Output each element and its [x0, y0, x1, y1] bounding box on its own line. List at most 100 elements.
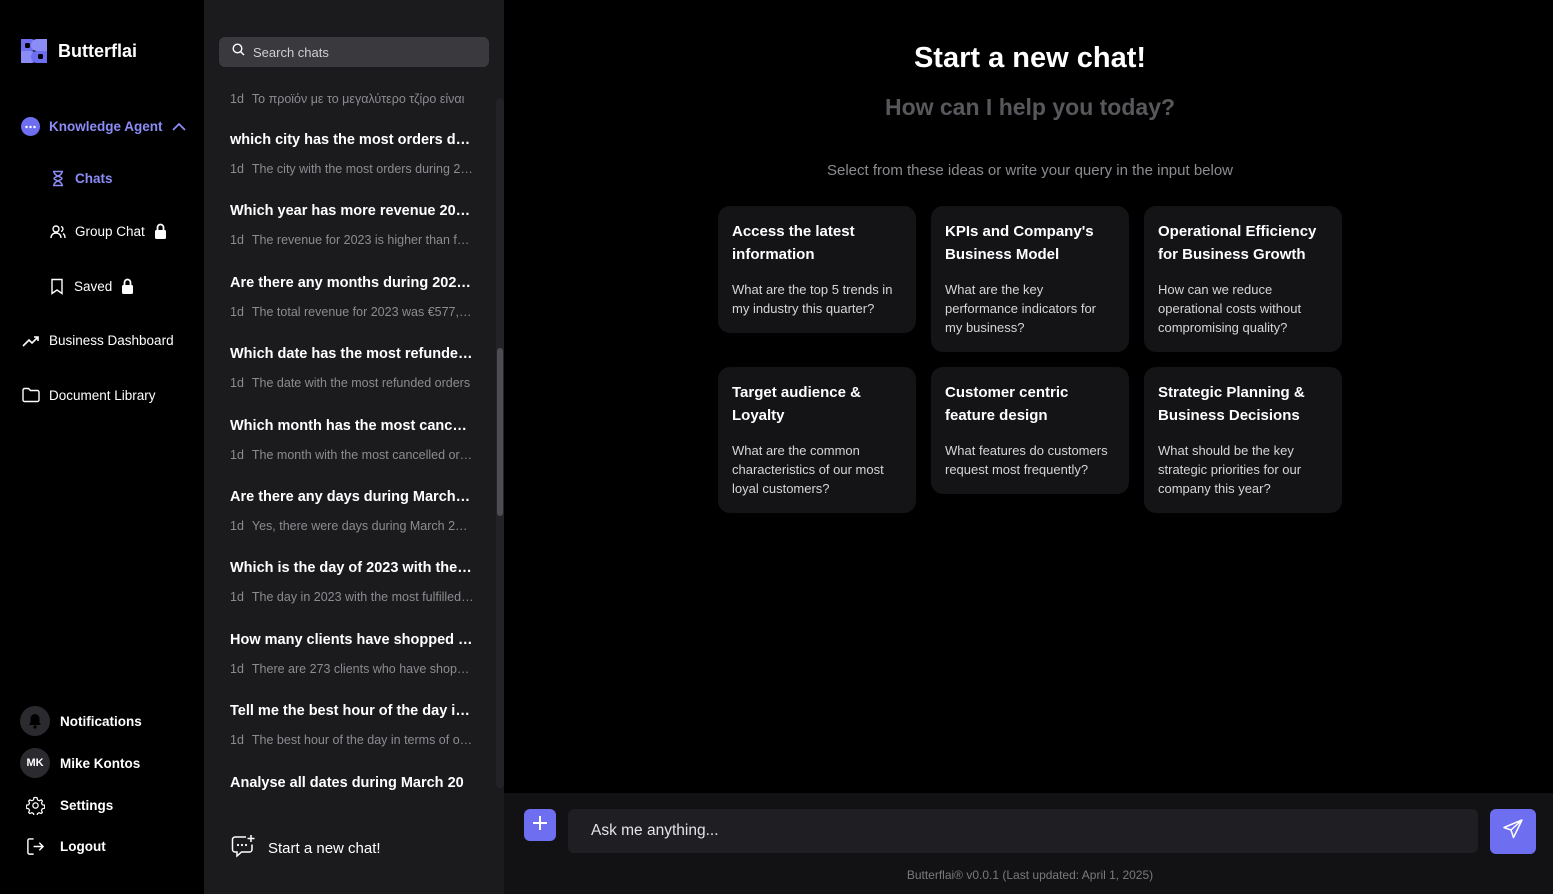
suggestion-card-latest-information[interactable]: Access the latest information What are t… — [718, 206, 916, 333]
nav-chats-label: Chats — [75, 171, 113, 186]
chat-history-item[interactable]: Analyse all dates during March 20 — [230, 775, 474, 794]
suggestion-card-feature-design[interactable]: Customer centric feature design What fea… — [931, 367, 1129, 494]
chat-preview: There are 273 clients who have shopped — [251, 661, 474, 676]
chat-meta: 1d Yes, there were days during March 2025 — [230, 519, 474, 533]
left-nav: Butterflai Knowledge Agent Chats Group C… — [0, 0, 204, 894]
send-icon — [1503, 819, 1523, 844]
scrollbar-thumb[interactable] — [497, 348, 503, 516]
suggestion-card-target-audience[interactable]: Target audience & Loyalty What are the c… — [718, 367, 916, 513]
card-text: How can we reduce operational costs with… — [1158, 282, 1302, 335]
chat-history-item[interactable]: Which date has the most refunded orders?… — [230, 346, 474, 417]
chat-meta: 1d The date with the most refunded orders — [230, 376, 474, 390]
suggestion-card-operational-efficiency[interactable]: Operational Efficiency for Business Grow… — [1144, 206, 1342, 352]
page-title: Start a new chat! — [913, 42, 1147, 74]
chat-title: Which month has the most cancelled order… — [230, 417, 474, 434]
nav-settings[interactable]: Settings — [20, 793, 113, 817]
chat-meta: 1d The total revenue for 2023 was €577,00… — [230, 305, 474, 319]
chat-meta: 1d The day in 2023 with the most fulfille… — [230, 590, 474, 604]
chat-title: Which date has the most refunded orders? — [230, 346, 474, 363]
folder-icon — [22, 387, 40, 403]
chat-meta: 1d The city with the most orders during 2… — [230, 162, 474, 176]
card-title: Target audience & Loyalty — [732, 384, 861, 424]
user-name: Mike Kontos — [60, 755, 141, 771]
bell-icon — [20, 706, 50, 736]
chat-meta: 1d The month with the most cancelled orde… — [230, 448, 474, 462]
chat-age: 1d — [230, 92, 244, 106]
chat-age: 1d — [230, 518, 244, 533]
search-icon — [232, 43, 245, 61]
nav-chats[interactable]: Chats — [50, 170, 113, 187]
chat-list-items: 1d Το προϊόν με το μεγαλύτερο τζίρο είναι… — [230, 88, 474, 794]
nav-knowledge-agent[interactable]: Knowledge Agent — [21, 117, 186, 136]
chat-list[interactable]: 1d Το προϊόν με το μεγαλύτερο τζίρο είναι… — [204, 88, 504, 794]
nav-business-dashboard-label: Business Dashboard — [49, 333, 174, 348]
users-icon — [50, 224, 66, 240]
app-root: Butterflai Knowledge Agent Chats Group C… — [0, 0, 1553, 894]
nav-group-chat[interactable]: Group Chat — [50, 223, 167, 240]
version-footer: Butterflai® v0.0.1 (Last updated: April … — [906, 868, 1154, 882]
card-title: Operational Efficiency for Business Grow… — [1158, 223, 1317, 263]
hourglass-icon — [50, 170, 66, 187]
chat-age: 1d — [230, 233, 244, 248]
nav-settings-label: Settings — [60, 797, 114, 813]
chevron-up-icon[interactable] — [171, 122, 186, 131]
start-new-chat-button[interactable]: Start a new chat! — [230, 834, 381, 862]
chat-history-item[interactable]: Which month has the most cancelled order… — [230, 418, 474, 489]
chat-history-item[interactable]: How many clients have shopped every mont… — [230, 632, 474, 703]
card-text: What are the top 5 trends in my industry… — [732, 282, 893, 316]
message-composer: Butterflai® v0.0.1 (Last updated: April … — [504, 793, 1553, 894]
chat-preview: The city with the most orders during 202… — [251, 162, 474, 176]
nav-saved[interactable]: Saved — [49, 278, 134, 295]
chat-title: Which is the day of 2023 with the most — [230, 560, 474, 577]
add-attachment-button[interactable] — [524, 809, 556, 841]
chat-history-item[interactable]: Tell me the best hour of the day in term… — [230, 703, 474, 774]
avatar: MK — [20, 748, 50, 778]
chat-title: Are there any months during 2024 with — [230, 274, 474, 291]
chat-history-item[interactable]: Are there any months during 2024 with 1d T… — [230, 275, 474, 346]
nav-business-dashboard[interactable]: Business Dashboard — [22, 333, 174, 348]
chat-preview: The day in 2023 with the most fulfilled … — [251, 590, 474, 605]
chat-history-item[interactable]: which city has the most orders during 20… — [230, 132, 474, 203]
card-text: What are the key performance indicators … — [945, 282, 1097, 335]
nav-knowledge-agent-label: Knowledge Agent — [49, 119, 163, 134]
suggestion-card-kpis[interactable]: KPIs and Company's Business Model What a… — [931, 206, 1129, 352]
nav-notifications[interactable]: Notifications — [20, 706, 142, 736]
chat-history-item[interactable]: Which is the day of 2023 with the most 1d… — [230, 560, 474, 631]
chat-history-item[interactable]: Which year has more revenue 2023 or 2024… — [230, 203, 474, 274]
nav-group-chat-label: Group Chat — [75, 224, 145, 239]
main-area: Start a new chat! How can I help you tod… — [504, 0, 1553, 894]
chat-meta: 1d Το προϊόν με το μεγαλύτερο τζίρο είναι — [230, 92, 474, 106]
chat-title: Analyse all dates during March 20 — [230, 774, 464, 791]
chat-preview: The revenue for 2023 is higher than for … — [251, 233, 474, 248]
nav-document-library-label: Document Library — [49, 387, 156, 403]
brand[interactable]: Butterflai — [19, 37, 137, 65]
search-input[interactable] — [253, 44, 473, 60]
card-text: What features do customers request most … — [945, 443, 1108, 477]
nav-notifications-label: Notifications — [60, 713, 142, 729]
chat-meta: 1d The best hour of the day in terms of o… — [230, 733, 474, 747]
card-title: Customer centric feature design — [945, 384, 1069, 424]
chat-title: Tell me the best hour of the day in term… — [230, 703, 474, 720]
search-bar[interactable] — [219, 37, 489, 67]
chat-age: 1d — [230, 590, 244, 605]
card-title: Strategic Planning & Business Decisions — [1158, 384, 1305, 424]
suggestion-card-strategic-planning[interactable]: Strategic Planning & Business Decisions … — [1144, 367, 1342, 513]
chat-preview: Yes, there were days during March 2025 — [251, 518, 474, 533]
message-input[interactable] — [568, 809, 1478, 853]
chat-meta: 1d There are 273 clients who have shopped — [230, 662, 474, 676]
card-title: KPIs and Company's Business Model — [945, 223, 1094, 263]
chat-list-scrollbar[interactable] — [496, 98, 504, 788]
chat-title: Which year has more revenue 2023 or 2024… — [230, 203, 474, 220]
chat-age: 1d — [230, 447, 244, 462]
chat-history-item[interactable]: 1d Το προϊόν με το μεγαλύτερο τζίρο είναι — [230, 88, 474, 132]
start-new-chat-label: Start a new chat! — [268, 839, 381, 857]
logout-icon — [20, 834, 50, 858]
nav-logout-label: Logout — [60, 838, 106, 854]
nav-document-library[interactable]: Document Library — [22, 387, 156, 403]
send-button[interactable] — [1490, 809, 1536, 854]
nav-user-profile[interactable]: MK Mike Kontos — [20, 748, 140, 778]
nav-logout[interactable]: Logout — [20, 834, 106, 858]
chat-title: How many clients have shopped every mont… — [230, 631, 474, 648]
chat-history-item[interactable]: Are there any days during March 2025 1d Ye… — [230, 489, 474, 560]
chat-preview: The date with the most refunded orders — [251, 376, 471, 391]
